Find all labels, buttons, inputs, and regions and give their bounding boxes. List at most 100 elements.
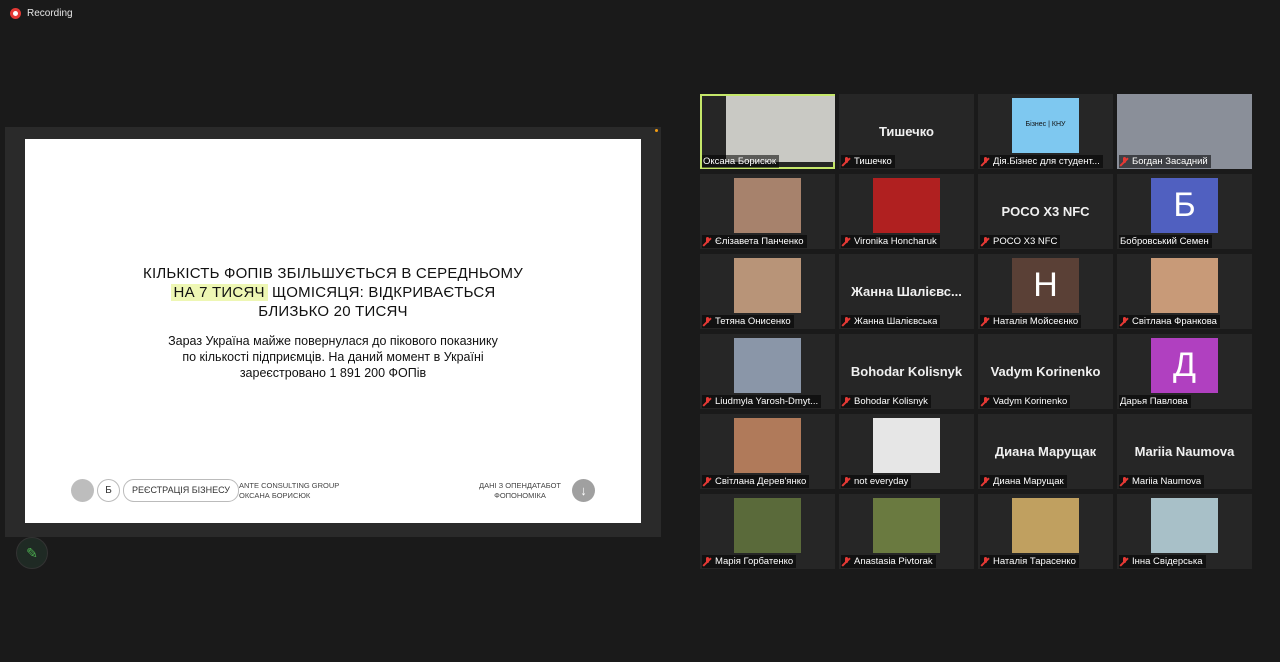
participant-name: Дія.Бізнес для студент... — [993, 156, 1100, 167]
mic-muted-icon — [981, 476, 990, 487]
participant-tile[interactable]: Liudmyla Yarosh-Dmyt... — [700, 334, 835, 409]
headline-highlight: НА 7 ТИСЯЧ — [170, 284, 268, 301]
participant-name: not everyday — [854, 476, 909, 487]
headline-line-1: КІЛЬКІСТЬ ФОПІВ ЗБІЛЬШУЄТЬСЯ В СЕРЕДНЬОМ… — [143, 265, 523, 282]
participant-tile[interactable]: Bohodar Kolisnyk Bohodar Kolisnyk — [839, 334, 974, 409]
body-line-1: Зараз Україна майже повернулася до піков… — [168, 334, 498, 348]
participant-tile[interactable]: Mariia Naumova Mariia Naumova — [1117, 414, 1252, 489]
company-name: ANTE CONSULTING GROUP — [239, 481, 340, 490]
slide-headline: КІЛЬКІСТЬ ФОПІВ ЗБІЛЬШУЄТЬСЯ В СЕРЕДНЬОМ… — [25, 264, 641, 321]
participant-video — [1012, 498, 1079, 553]
participant-name: Бобровський Семен — [1120, 236, 1209, 247]
participant-name-label: Bohodar Kolisnyk — [841, 395, 931, 408]
mic-muted-icon — [1120, 316, 1129, 327]
participant-tile[interactable]: Б Бобровський Семен — [1117, 174, 1252, 249]
share-status-dot — [655, 129, 658, 132]
mic-muted-icon — [981, 156, 990, 167]
participant-name-label: Інна Свідерська — [1119, 555, 1206, 568]
participant-name: Оксана Борисюк — [703, 156, 776, 167]
participant-video — [873, 178, 940, 233]
headline-line-2-rest: ЩОМІСЯЦЯ: ВІДКРИВАЄТЬСЯ — [267, 284, 496, 301]
participant-name-label: Наталія Мойсеєнко — [980, 315, 1082, 328]
logo-text: Бізнес | КНУ — [1025, 121, 1066, 128]
participant-name: Наталія Тарасенко — [993, 556, 1076, 567]
participant-name-label: Єлізавета Панченко — [702, 235, 807, 248]
participant-tile[interactable]: Світлана Франкова — [1117, 254, 1252, 329]
participant-name-label: Vironika Honcharuk — [841, 235, 940, 248]
participant-name-label: Марія Горбатенко — [702, 555, 797, 568]
mic-muted-icon — [842, 396, 851, 407]
participant-display-name: Bohodar Kolisnyk — [850, 364, 963, 379]
participant-tile[interactable]: Жанна Шалієвс... Жанна Шалієвська — [839, 254, 974, 329]
participant-video — [734, 178, 801, 233]
mic-muted-icon — [703, 556, 712, 567]
participant-name: Bohodar Kolisnyk — [854, 396, 928, 407]
participant-name: Марія Горбатенко — [715, 556, 794, 567]
participant-tile[interactable]: Оксана Борисюк — [700, 94, 835, 169]
participant-video — [1151, 258, 1218, 313]
participant-tile[interactable]: Тетяна Онисенко — [700, 254, 835, 329]
participant-video — [873, 418, 940, 473]
participant-tile[interactable]: Світлана Дерев'янко — [700, 414, 835, 489]
participant-name-label: Дарья Павлова — [1119, 395, 1191, 408]
mic-muted-icon — [842, 556, 851, 567]
participant-tile[interactable]: Марія Горбатенко — [700, 494, 835, 569]
pen-icon[interactable]: ✎ — [16, 537, 48, 569]
participant-tile[interactable]: Anastasia Pivtorak — [839, 494, 974, 569]
participant-video — [873, 498, 940, 553]
recording-indicator: Recording — [10, 8, 73, 19]
footer-logo-circle — [71, 479, 94, 502]
record-icon — [10, 8, 21, 19]
participant-tile[interactable]: Богдан Засадний — [1117, 94, 1252, 169]
participant-tile[interactable]: not everyday — [839, 414, 974, 489]
participant-name-label: Жанна Шалієвська — [841, 315, 941, 328]
participant-name: Світлана Дерев'янко — [715, 476, 807, 487]
mic-muted-icon — [981, 236, 990, 247]
data-source-line-2: ФОПОНОМІКА — [494, 491, 546, 500]
participant-tile[interactable]: Диана Марущак Диана Марущак — [978, 414, 1113, 489]
participant-tile[interactable]: Бізнес | КНУ Дія.Бізнес для студент... — [978, 94, 1113, 169]
participant-video — [734, 498, 801, 553]
participant-name-label: not everyday — [841, 475, 912, 488]
mic-muted-icon — [981, 396, 990, 407]
participant-tile[interactable]: Vadym Korinenko Vadym Korinenko — [978, 334, 1113, 409]
footer-letter-badge: Б — [97, 479, 120, 502]
mic-muted-icon — [703, 476, 712, 487]
participant-name-label: Оксана Борисюк — [702, 155, 779, 168]
mic-muted-icon — [981, 556, 990, 567]
participant-display-name: Тишечко — [878, 124, 934, 139]
participant-name-label: Mariia Naumova — [1119, 475, 1205, 488]
participant-name-label: Anastasia Pivtorak — [841, 555, 936, 568]
participant-tile[interactable]: POCO X3 NFC POCO X3 NFC — [978, 174, 1113, 249]
participant-name-label: Богдан Засадний — [1119, 155, 1211, 168]
participant-name-label: Бобровський Семен — [1119, 235, 1212, 248]
participant-name: Наталія Мойсеєнко — [993, 316, 1079, 327]
participant-display-name: Mariia Naumova — [1134, 444, 1235, 459]
mic-muted-icon — [842, 236, 851, 247]
recording-label: Recording — [27, 8, 73, 19]
participant-name-label: POCO X3 NFC — [980, 235, 1061, 248]
mic-muted-icon — [703, 396, 712, 407]
slide-body: Зараз Україна майже повернулася до піков… — [25, 333, 641, 381]
participant-video — [734, 338, 801, 393]
participant-tile[interactable]: Єлізавета Панченко — [700, 174, 835, 249]
participant-name: Mariia Naumova — [1132, 476, 1202, 487]
participant-tile[interactable]: Н Наталія Мойсеєнко — [978, 254, 1113, 329]
participant-name: Жанна Шалієвська — [854, 316, 938, 327]
participant-video — [726, 96, 835, 162]
headline-line-2: НА 7 ТИСЯЧ ЩОМІСЯЦЯ: ВІДКРИВАЄТЬСЯ — [25, 283, 641, 302]
participant-name: Диана Марущак — [993, 476, 1064, 487]
participant-tile[interactable]: Інна Свідерська — [1117, 494, 1252, 569]
participant-tile[interactable]: Тишечко Тишечко — [839, 94, 974, 169]
participant-name-label: Наталія Тарасенко — [980, 555, 1079, 568]
participant-name-label: Дія.Бізнес для студент... — [980, 155, 1103, 168]
participant-name: Liudmyla Yarosh-Dmyt... — [715, 396, 819, 407]
participant-name-label: Vadym Korinenko — [980, 395, 1071, 408]
participant-name-label: Тишечко — [841, 155, 895, 168]
mic-muted-icon — [1120, 556, 1129, 567]
participant-tile[interactable]: Д Дарья Павлова — [1117, 334, 1252, 409]
participant-tile[interactable]: Наталія Тарасенко — [978, 494, 1113, 569]
participant-name: Vironika Honcharuk — [854, 236, 937, 247]
mic-muted-icon — [842, 316, 851, 327]
participant-tile[interactable]: Vironika Honcharuk — [839, 174, 974, 249]
